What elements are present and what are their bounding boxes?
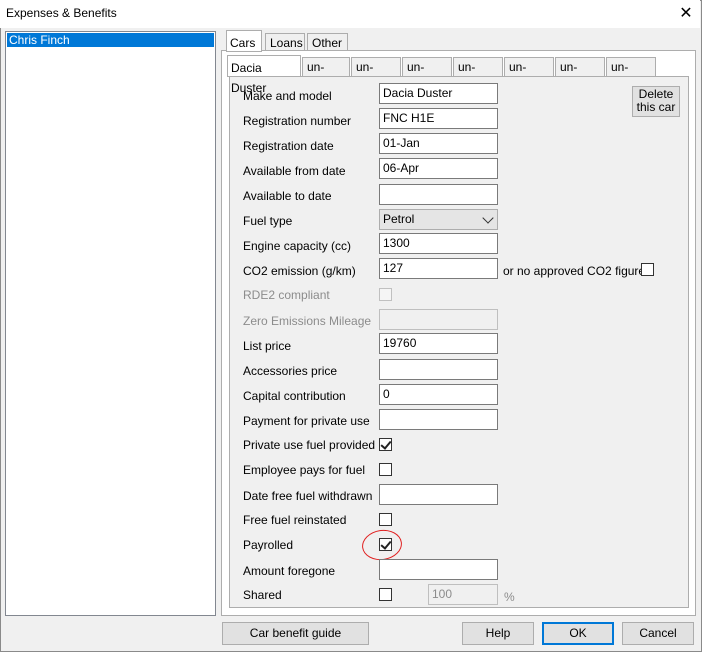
payrolled-label: Payrolled	[243, 538, 294, 552]
free-fuel-reinstated-checkbox[interactable]	[379, 513, 392, 526]
available-from-label: Available from date	[243, 164, 346, 178]
tab-car-6[interactable]: un-used	[504, 57, 554, 93]
employee-pays-fuel-label: Employee pays for fuel	[243, 463, 366, 477]
shared-label: Shared	[243, 588, 282, 602]
make-model-input[interactable]: Dacia Duster	[379, 83, 498, 104]
delete-car-button[interactable]: Delete this car	[632, 86, 680, 117]
zero-emissions-mileage-input	[379, 309, 498, 330]
rde2-compliant-label: RDE2 compliant	[243, 288, 330, 302]
payment-private-use-input[interactable]	[379, 409, 498, 430]
employee-list-item[interactable]: Chris Finch	[7, 33, 214, 47]
rde2-compliant-checkbox	[379, 288, 392, 301]
accessories-price-input[interactable]	[379, 359, 498, 380]
date-free-fuel-withdrawn-label: Date free fuel withdrawn	[243, 489, 373, 503]
registration-number-input[interactable]: FNC H1E	[379, 108, 498, 129]
date-free-fuel-withdrawn-input[interactable]	[379, 484, 498, 505]
tab-car-2[interactable]: un-used	[302, 57, 350, 93]
cancel-button[interactable]: Cancel	[622, 622, 694, 645]
registration-date-input[interactable]: 01-Jan	[379, 133, 498, 154]
available-from-input[interactable]: 06-Apr	[379, 158, 498, 179]
ok-button[interactable]: OK	[542, 622, 614, 645]
tab-car-1[interactable]: Dacia Duster	[227, 55, 301, 95]
private-fuel-provided-checkbox[interactable]	[379, 438, 392, 451]
accessories-price-label: Accessories price	[243, 364, 338, 378]
tab-cars[interactable]: Cars	[226, 30, 262, 52]
engine-capacity-input[interactable]: 1300	[379, 233, 498, 254]
tab-car-7[interactable]: un-used	[555, 57, 605, 93]
available-to-input[interactable]	[379, 184, 498, 205]
list-price-input[interactable]: 19760	[379, 333, 498, 354]
tab-car-5[interactable]: un-used	[453, 57, 503, 93]
private-fuel-provided-label: Private use fuel provided	[243, 438, 376, 452]
registration-number-label: Registration number	[243, 114, 352, 128]
list-price-label: List price	[243, 339, 292, 353]
chevron-down-icon	[482, 212, 494, 224]
registration-date-label: Registration date	[243, 139, 334, 153]
amount-foregone-label: Amount foregone	[243, 564, 336, 578]
free-fuel-reinstated-label: Free fuel reinstated	[243, 513, 347, 527]
delete-car-label-line2: this car	[636, 100, 676, 114]
percent-sign: %	[504, 590, 515, 604]
close-icon[interactable]: ✕	[672, 1, 700, 27]
employee-pays-fuel-checkbox[interactable]	[379, 463, 392, 476]
fuel-type-select[interactable]: Petrol	[379, 209, 498, 230]
checkmark-icon	[380, 438, 392, 450]
fuel-type-value: Petrol	[383, 212, 415, 226]
capital-contribution-label: Capital contribution	[243, 389, 346, 403]
employee-list[interactable]: Chris Finch	[5, 31, 216, 616]
amount-foregone-input[interactable]	[379, 559, 498, 580]
fuel-type-label: Fuel type	[243, 214, 293, 228]
co2-emission-input[interactable]: 127	[379, 258, 498, 279]
available-to-label: Available to date	[243, 189, 332, 203]
no-co2-figure-label: or no approved CO2 figure	[503, 264, 646, 278]
tab-car-8[interactable]: un-used	[606, 57, 656, 93]
no-co2-figure-checkbox[interactable]	[641, 263, 654, 276]
tab-car-4[interactable]: un-used	[402, 57, 452, 93]
shared-checkbox[interactable]	[379, 588, 392, 601]
capital-contribution-input[interactable]: 0	[379, 384, 498, 405]
engine-capacity-label: Engine capacity (cc)	[243, 239, 352, 253]
shared-percent-input: 100	[428, 584, 498, 605]
co2-emission-label: CO2 emission (g/km)	[243, 264, 356, 278]
payment-private-use-label: Payment for private use	[243, 414, 370, 428]
tab-car-3[interactable]: un-used	[351, 57, 401, 93]
car-benefit-guide-button[interactable]: Car benefit guide	[222, 622, 369, 645]
help-button[interactable]: Help	[462, 622, 534, 645]
zero-emissions-mileage-label: Zero Emissions Mileage	[243, 314, 372, 328]
window-title: Expenses & Benefits	[6, 6, 117, 20]
title-bar: Expenses & Benefits ✕	[0, 0, 700, 28]
